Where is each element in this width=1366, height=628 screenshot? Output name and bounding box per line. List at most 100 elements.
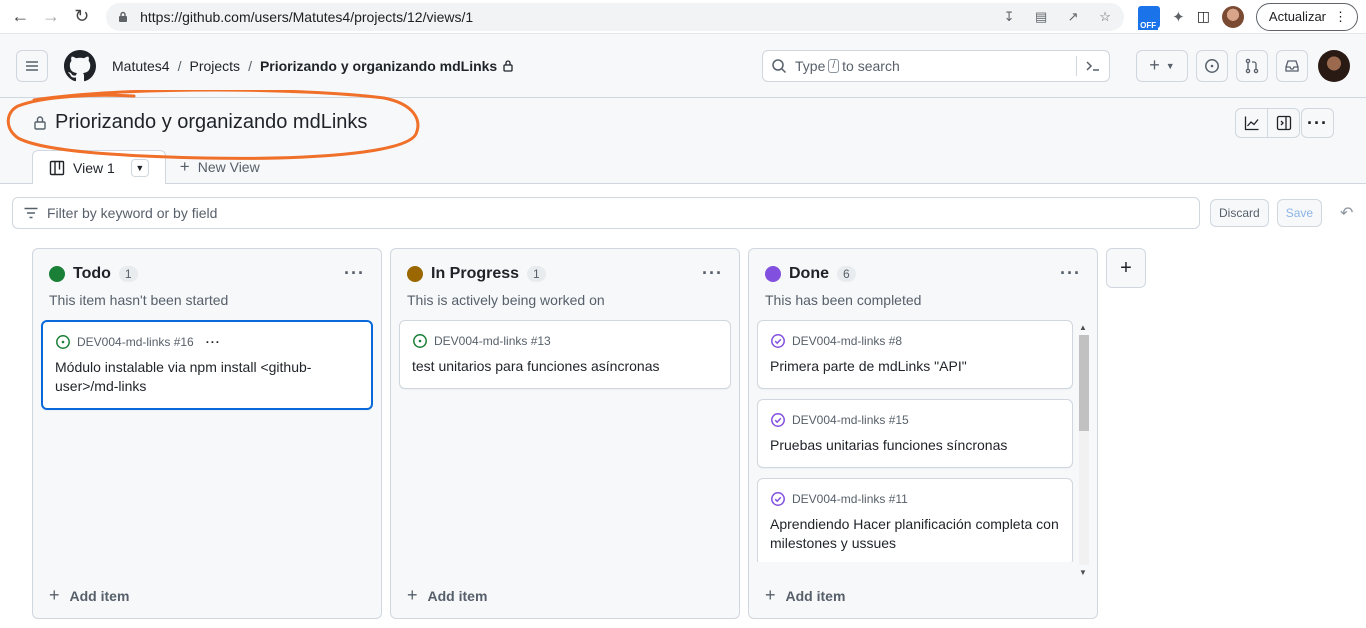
scrollbar[interactable]: ▲ ▼ [1077, 323, 1089, 577]
issue-closed-icon [771, 413, 785, 427]
triangle-down-icon: ▼ [135, 162, 145, 173]
project-header: Priorizando y organizando mdLinks ··· Vi… [0, 90, 1366, 184]
kebab-horizontal-icon: ··· [1307, 112, 1328, 133]
card[interactable]: DEV004-md-links #11 Aprendiendo Hacer pl… [757, 478, 1073, 562]
card-reference[interactable]: DEV004-md-links #15 [792, 413, 909, 427]
breadcrumb-projects[interactable]: Projects [189, 58, 240, 74]
card-title[interactable]: Módulo instalable via npm install <githu… [55, 358, 359, 396]
card[interactable]: DEV004-md-links #13 test unitarios para … [399, 320, 731, 389]
back-icon[interactable]: ← [8, 4, 33, 30]
column-menu-icon[interactable]: ··· [702, 263, 723, 284]
board: Todo 1 ··· This item hasn't been started… [0, 242, 1366, 619]
inbox-button[interactable] [1276, 49, 1308, 82]
scroll-down-icon[interactable]: ▼ [1079, 568, 1087, 577]
insights-button[interactable] [1235, 108, 1268, 138]
status-dot [49, 265, 65, 282]
browser-profile-avatar[interactable] [1221, 5, 1244, 28]
column-in-progress: In Progress 1 ··· This is actively being… [390, 248, 740, 619]
graph-icon [1244, 116, 1259, 131]
card[interactable]: DEV004-md-links #8 Primera parte de mdLi… [757, 320, 1073, 389]
card[interactable]: DEV004-md-links #16 ··· Módulo instalabl… [41, 320, 373, 410]
translate-icon[interactable]: ▤ [1032, 8, 1050, 26]
column-title: Done [789, 264, 829, 282]
issue-closed-icon [771, 334, 785, 348]
breadcrumb-project[interactable]: Priorizando y organizando mdLinks [260, 58, 497, 74]
discard-button[interactable]: Discard [1210, 199, 1269, 227]
bookmark-star-icon[interactable]: ☆ [1096, 8, 1114, 26]
project-more-button[interactable]: ··· [1301, 108, 1334, 138]
card-menu-icon[interactable]: ··· [206, 335, 221, 349]
side-panel-button[interactable] [1267, 108, 1300, 138]
scroll-up-icon[interactable]: ▲ [1079, 323, 1087, 332]
plus-icon: + [49, 585, 60, 605]
chevron-down-icon: ▼ [1165, 60, 1175, 71]
issue-opened-icon [413, 334, 427, 348]
column-done: Done 6 ··· This has been completed DEV00… [748, 248, 1098, 619]
add-item-button[interactable]: + Add item [765, 585, 845, 606]
add-item-button[interactable]: + Add item [49, 585, 129, 606]
column-menu-icon[interactable]: ··· [344, 263, 365, 284]
address-bar[interactable]: https://github.com/users/Matutes4/projec… [106, 2, 1125, 31]
scrollbar-thumb[interactable] [1079, 335, 1089, 431]
column-description: This item hasn't been started [49, 292, 229, 308]
github-logo-icon[interactable] [64, 49, 96, 82]
hamburger-icon [26, 60, 38, 71]
card-title[interactable]: Pruebas unitarias funciones síncronas [770, 436, 1060, 455]
issues-button[interactable] [1196, 49, 1228, 82]
card-reference[interactable]: DEV004-md-links #13 [434, 334, 551, 348]
save-button[interactable]: Save [1276, 199, 1323, 227]
card-reference[interactable]: DEV004-md-links #11 [792, 492, 908, 506]
item-count-badge: 1 [527, 265, 546, 282]
issue-opened-icon [1205, 58, 1219, 73]
column-menu-icon[interactable]: ··· [1060, 263, 1081, 284]
browser-toolbar: ← → ↻ https://github.com/users/Matutes4/… [0, 0, 1366, 34]
undo-icon[interactable]: ↶ [1340, 203, 1353, 223]
reload-icon[interactable]: ↻ [69, 4, 94, 30]
filter-input[interactable]: Filter by keyword or by field [12, 197, 1200, 229]
issue-opened-icon [56, 335, 70, 349]
share-icon[interactable]: ↗ [1064, 8, 1082, 26]
breadcrumb-user[interactable]: Matutes4 [112, 58, 170, 74]
column-title: Todo [73, 264, 111, 282]
search-input[interactable]: Type / to search [762, 49, 1110, 82]
create-new-button[interactable]: + ▼ [1136, 49, 1188, 82]
install-app-icon[interactable]: ↧ [1000, 8, 1018, 26]
card-title[interactable]: Primera parte de mdLinks "API" [770, 357, 1060, 376]
extensions-puzzle-icon[interactable]: ✦ [1172, 8, 1185, 26]
card-title[interactable]: Aprendiendo Hacer planificación completa… [770, 515, 1060, 553]
sidebar-expand-icon [1276, 115, 1291, 131]
extension-icon[interactable]: OFF [1138, 5, 1161, 30]
hamburger-menu-button[interactable] [16, 49, 48, 82]
plus-icon: + [407, 585, 418, 605]
side-panel-icon[interactable]: ◫ [1197, 8, 1210, 25]
issue-closed-icon [771, 492, 785, 506]
kebab-menu-icon: ⋮ [1334, 8, 1347, 24]
column-todo: Todo 1 ··· This item hasn't been started… [32, 248, 382, 619]
site-info-icon[interactable] [116, 10, 130, 24]
plus-icon: + [1120, 256, 1132, 279]
status-dot [407, 265, 423, 282]
private-lock-icon [503, 60, 513, 72]
plus-icon: + [765, 585, 776, 605]
add-column-button[interactable]: + [1106, 248, 1146, 288]
card-reference[interactable]: DEV004-md-links #16 [77, 335, 194, 349]
user-avatar[interactable] [1318, 49, 1350, 82]
search-icon [772, 58, 787, 73]
card-title[interactable]: test unitarios para funciones asíncronas [412, 357, 718, 376]
url-text[interactable]: https://github.com/users/Matutes4/projec… [140, 9, 1000, 25]
card[interactable]: DEV004-md-links #15 Pruebas unitarias fu… [757, 399, 1073, 468]
card-reference[interactable]: DEV004-md-links #8 [792, 334, 902, 348]
column-title: In Progress [431, 264, 520, 282]
plus-icon: + [1149, 55, 1160, 75]
add-item-button[interactable]: + Add item [407, 585, 487, 606]
item-count-badge: 1 [118, 265, 138, 282]
forward-icon[interactable]: → [39, 4, 64, 30]
filter-icon [24, 207, 38, 219]
pull-requests-button[interactable] [1236, 49, 1268, 82]
update-browser-button[interactable]: Actualizar ⋮ [1255, 2, 1358, 31]
status-dot [765, 265, 781, 282]
column-description: This has been completed [765, 292, 922, 308]
cards-scroll-area[interactable]: DEV004-md-links #8 Primera parte de mdLi… [749, 308, 1097, 562]
inbox-icon [1285, 59, 1299, 72]
command-palette-icon[interactable] [1076, 55, 1101, 76]
